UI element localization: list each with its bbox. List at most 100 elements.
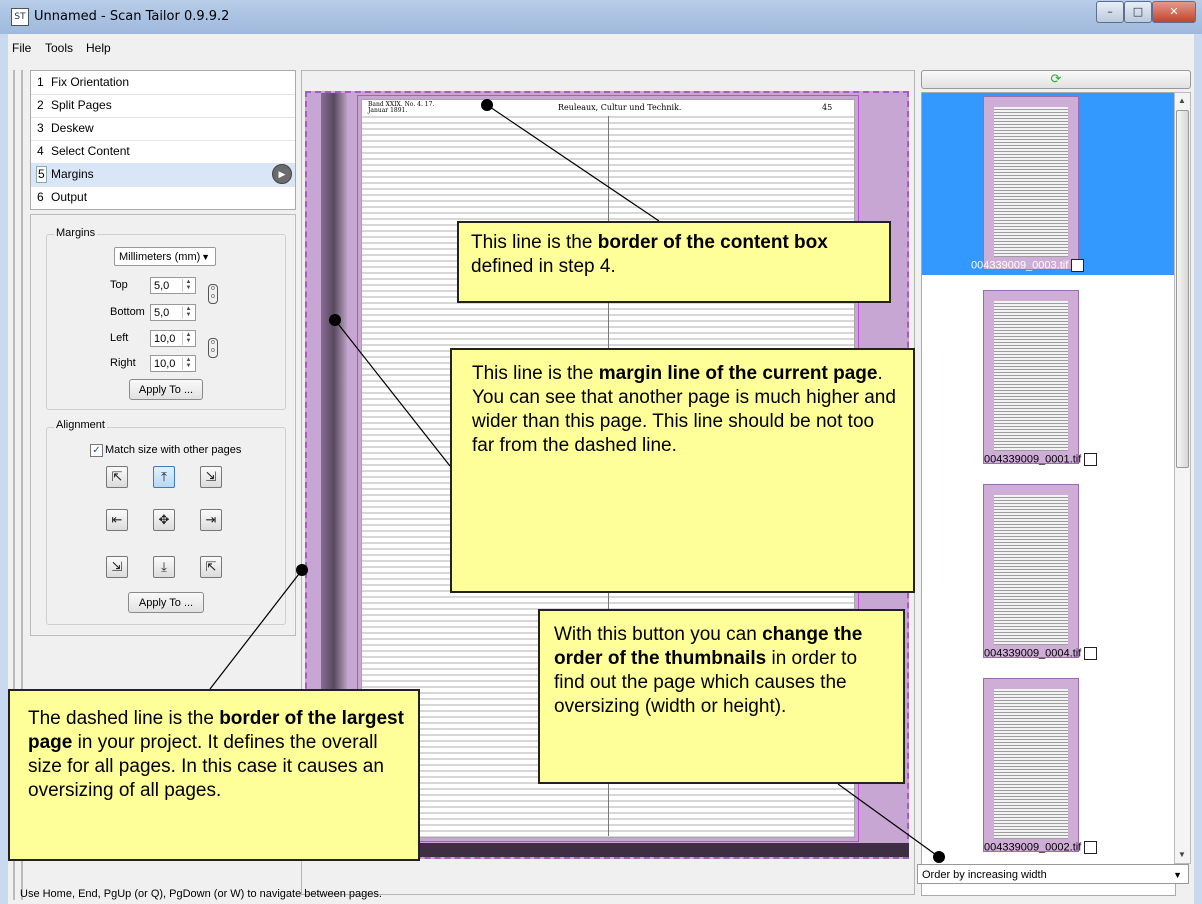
order-value: Order by increasing width — [922, 869, 1047, 881]
step-deskew[interactable]: 3 Deskew — [31, 117, 295, 141]
align-top-left-icon[interactable]: ⇱ — [106, 466, 128, 488]
callout-text: You can see that another page is much hi… — [472, 387, 896, 456]
step-split-pages[interactable]: 2 Split Pages — [31, 94, 295, 118]
thumbnail-caption[interactable]: 004339009_0004.tif — [984, 647, 1098, 660]
align-bottom-right-icon[interactable]: ⇱ — [200, 556, 222, 578]
spin-arrows-icon[interactable]: ▲ ▼ — [182, 357, 194, 370]
step-label: Margins — [51, 167, 94, 181]
align-right-icon[interactable]: ⇥ — [200, 509, 222, 531]
thumbnail-caption[interactable]: 004339009_0003.tif — [971, 259, 1085, 272]
step-number: 3 — [37, 121, 44, 135]
callout-text: . — [877, 363, 883, 384]
status-bar: Use Home, End, PgUp (or Q), PgDown (or W… — [20, 888, 382, 900]
play-icon[interactable]: ▶ — [272, 164, 292, 184]
maximize-button[interactable]: □ — [1124, 1, 1152, 23]
refresh-icon[interactable]: ⟳ — [921, 70, 1191, 89]
menu-help[interactable]: Help — [86, 41, 111, 55]
spin-arrows-icon[interactable]: ▲ ▼ — [182, 306, 194, 319]
step-fix-orientation[interactable]: 1 Fix Orientation — [31, 71, 295, 95]
window-title: Unnamed - Scan Tailor 0.9.9.2 — [34, 9, 230, 24]
alignment-apply-button[interactable]: Apply To ... — [128, 592, 204, 613]
step-label: Fix Orientation — [51, 75, 130, 89]
align-bottom-icon[interactable]: ⤓ — [153, 556, 175, 578]
top-margin-field[interactable]: 5,0 ▲ ▼ — [150, 277, 196, 294]
thumbnail-caption[interactable]: 004339009_0001.tif — [984, 453, 1098, 466]
callout-text: in your project. It defines the overall … — [28, 732, 384, 801]
menu-tools[interactable]: Tools — [45, 41, 73, 55]
step-number: 2 — [37, 98, 44, 112]
scrollbar-thumb[interactable] — [1176, 110, 1189, 468]
step-margins[interactable]: 5 Margins — [31, 163, 295, 187]
thumbnail-image[interactable] — [983, 484, 1079, 658]
callout-text: This line is the — [472, 363, 599, 384]
thumbnail-filename: 004339009_0002.tif — [984, 841, 1082, 854]
right-margin-field[interactable]: 10,0 ▲ ▼ — [150, 355, 196, 372]
callout-sort-order: With this button you can change the orde… — [538, 609, 905, 784]
step-number: 4 — [37, 144, 44, 158]
step-select-content[interactable]: 4 Select Content — [31, 140, 295, 164]
step-label: Select Content — [51, 144, 130, 158]
callout-text: defined in step 4. — [471, 256, 616, 277]
step-label: Deskew — [51, 121, 94, 135]
units-value: Millimeters (mm) — [119, 251, 201, 263]
units-select[interactable]: Millimeters (mm) ▼ — [114, 247, 216, 266]
minimize-button[interactable]: – — [1096, 1, 1124, 23]
menu-bar — [8, 38, 1194, 58]
callout-bold: margin line of the current page — [598, 363, 878, 384]
scroll-up-icon[interactable]: ▲ — [1178, 96, 1186, 105]
chain-link-icon[interactable]: oo — [208, 284, 218, 304]
right-margin-value: 10,0 — [154, 358, 176, 370]
left-margin-value: 10,0 — [154, 333, 176, 345]
align-top-icon[interactable]: ⤒ — [153, 466, 175, 488]
callout-bold: border of the content box — [597, 232, 828, 253]
thumbnail-filename: 004339009_0004.tif — [984, 647, 1082, 660]
scroll-down-icon[interactable]: ▼ — [1178, 850, 1186, 859]
chain-link-icon[interactable]: oo — [208, 338, 218, 358]
align-center-icon[interactable]: ✥ — [153, 509, 175, 531]
step-number: 6 — [37, 190, 44, 204]
spin-arrows-icon[interactable]: ▲ ▼ — [182, 279, 194, 292]
marker-dot — [933, 851, 945, 863]
step-output[interactable]: 6 Output — [31, 186, 295, 209]
top-label: Top — [110, 279, 128, 291]
page-icon — [1084, 647, 1098, 660]
match-size-label: Match size with other pages — [105, 444, 242, 456]
spin-arrows-icon[interactable]: ▲ ▼ — [182, 332, 194, 345]
callout-content-box: This line is the border of the content b… — [457, 221, 891, 303]
page-icon — [1084, 841, 1098, 854]
bottom-margin-field[interactable]: 5,0 ▲ ▼ — [150, 304, 196, 321]
close-button[interactable]: ✕ — [1152, 1, 1196, 23]
thumbnail-filename: 004339009_0003.tif — [971, 259, 1069, 272]
callout-text: With this button you can — [554, 624, 763, 645]
thumbnail-caption[interactable]: 004339009_0002.tif — [984, 841, 1098, 854]
left-label: Left — [110, 332, 129, 344]
callout-text: The dashed line is the — [28, 708, 220, 729]
step-number: 5 — [36, 166, 47, 183]
thumbnail-image[interactable] — [983, 96, 1079, 270]
thumbnail-image[interactable] — [983, 290, 1079, 464]
thumbnail-image[interactable] — [983, 678, 1079, 852]
margins-apply-button[interactable]: Apply To ... — [129, 379, 203, 400]
align-bottom-left-icon[interactable]: ⇲ — [106, 556, 128, 578]
chevron-down-icon: ▼ — [201, 252, 210, 262]
step-list: 1 Fix Orientation 2 Split Pages 3 Deskew 4S… — [30, 70, 296, 210]
page-icon — [1071, 259, 1085, 272]
callout-text: This line is the — [471, 232, 598, 253]
callout-largest-page: The dashed line is the border of the lar… — [8, 689, 420, 861]
menu-file[interactable]: File — [12, 41, 31, 55]
step-label: Output — [51, 190, 88, 204]
align-left-icon[interactable]: ⇤ — [106, 509, 128, 531]
callout-margin-line: This line is the margin line of the curr… — [450, 348, 915, 593]
thumbnail-filename: 004339009_0001.tif — [984, 453, 1082, 466]
left-margin-field[interactable]: 10,0 ▲ ▼ — [150, 330, 196, 347]
thumbnail-order-select[interactable]: Order by increasing width ▼ — [917, 864, 1189, 884]
match-size-checkbox[interactable]: ✓ — [90, 444, 103, 457]
bottom-margin-value: 5,0 — [154, 307, 170, 319]
page-icon — [1084, 453, 1098, 466]
step-number: 1 — [37, 75, 44, 89]
right-label: Right — [110, 357, 136, 369]
marker-dot — [296, 564, 308, 576]
align-top-right-icon[interactable]: ⇲ — [200, 466, 222, 488]
margins-group-title: Margins — [54, 227, 98, 239]
bottom-label: Bottom — [110, 306, 145, 318]
